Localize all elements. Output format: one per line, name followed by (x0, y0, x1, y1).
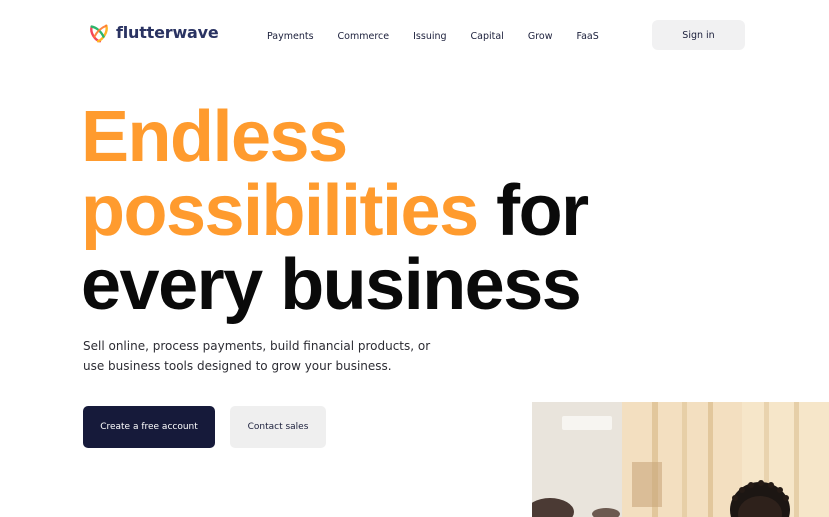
hero-title-line-3: every business (81, 245, 582, 325)
hero-title-highlight: possibilities (81, 171, 479, 251)
hero-title-line-2: possibilities for (81, 171, 589, 251)
nav-item-payments[interactable]: Payments (267, 29, 314, 44)
flutterwave-logo-icon (90, 24, 108, 43)
nav-item-capital[interactable]: Capital (471, 29, 504, 44)
hero-title-line-1: Endless (81, 97, 348, 177)
logo-link[interactable]: flutterwave (88, 22, 219, 44)
hero-subtitle: Sell online, process payments, build fin… (83, 337, 443, 376)
sign-in-button[interactable]: Sign in (652, 20, 745, 50)
hero-photo-illustration (532, 402, 829, 517)
contact-sales-button[interactable]: Contact sales (230, 406, 326, 448)
nav-item-issuing[interactable]: Issuing (413, 29, 446, 44)
logo-wordmark: flutterwave (116, 23, 219, 42)
nav-item-faas[interactable]: FaaS (577, 29, 599, 44)
nav-item-grow[interactable]: Grow (528, 29, 553, 44)
main-nav: Payments Commerce Issuing Capital Grow F… (258, 28, 599, 44)
page: flutterwave Payments Commerce Issuing Ca… (0, 0, 829, 517)
hero-subtitle-line-2: use business tools designed to grow your… (83, 358, 392, 373)
nav-item-commerce[interactable]: Commerce (338, 29, 390, 44)
create-account-button[interactable]: Create a free account (83, 406, 215, 448)
hero-title-line-2-rest: for (477, 171, 589, 251)
site-header: flutterwave Payments Commerce Issuing Ca… (0, 0, 829, 70)
hero-photo (532, 402, 829, 517)
hero-subtitle-line-1: Sell online, process payments, build fin… (83, 339, 431, 353)
hero-title: Endless possibilities for every business (81, 97, 589, 325)
